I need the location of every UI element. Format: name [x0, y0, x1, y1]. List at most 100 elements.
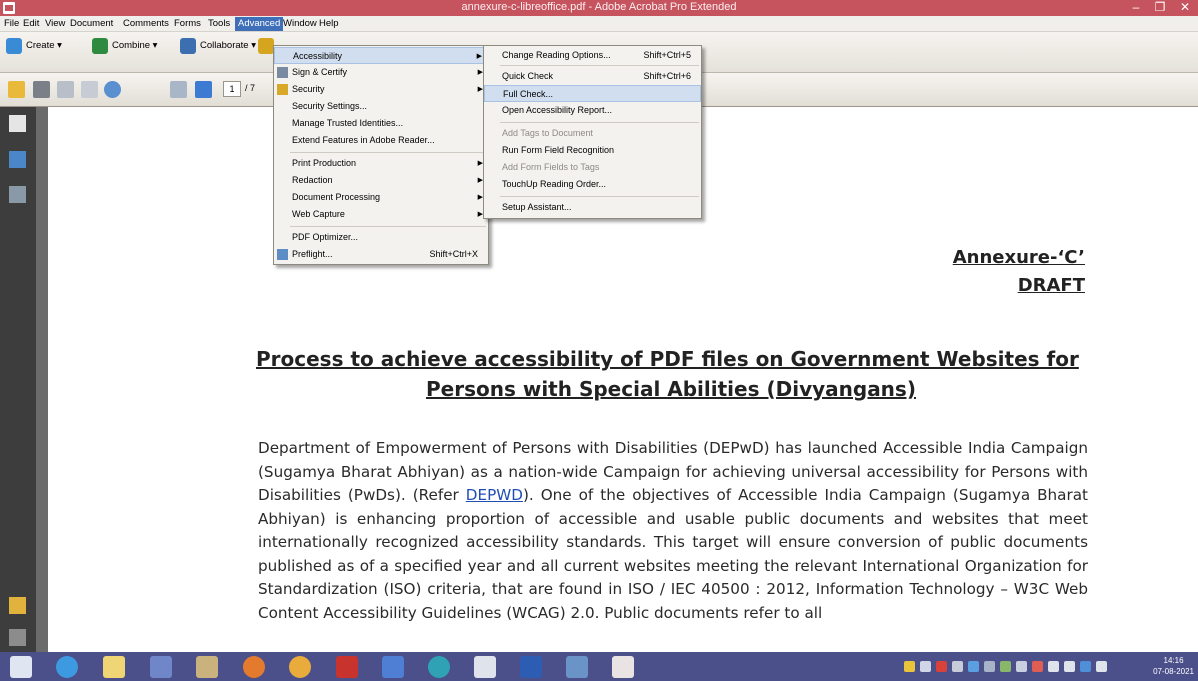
volume-icon[interactable] [1048, 661, 1059, 672]
filezilla-icon[interactable] [336, 656, 358, 678]
next-page-icon[interactable] [195, 81, 212, 98]
print-icon[interactable] [33, 81, 50, 98]
menu-item-security[interactable]: Security ▶ [274, 81, 488, 98]
network-icon[interactable] [382, 656, 404, 678]
signatures-panel-icon[interactable] [9, 186, 26, 203]
lock-icon [258, 38, 274, 54]
page-number-input[interactable]: 1 [223, 81, 241, 97]
internet-explorer-icon[interactable] [56, 656, 78, 678]
menu-comments[interactable]: Comments [120, 17, 172, 31]
menu-help[interactable]: Help [316, 17, 342, 31]
clock-time: 14:16 [1163, 656, 1184, 665]
search-icon[interactable] [104, 81, 121, 98]
page-count: / 7 [245, 83, 256, 93]
chrome-icon[interactable] [289, 656, 311, 678]
open-folder-icon[interactable] [8, 81, 25, 98]
app-icon[interactable] [566, 656, 588, 678]
preflight-icon [277, 249, 288, 260]
tray-icon[interactable] [984, 661, 995, 672]
app-icon[interactable] [196, 656, 218, 678]
heading-line-2: Persons with Special Abilities (Divyanga… [426, 377, 916, 401]
pages-panel-icon[interactable] [9, 115, 26, 132]
start-windows-icon[interactable] [10, 656, 32, 678]
tray-icon[interactable] [904, 661, 915, 672]
menu-item-open-accessibility-report[interactable]: Open Accessibility Report... [484, 102, 701, 119]
menu-item-change-reading-options[interactable]: Change Reading Options... Shift+Ctrl+5 [484, 47, 701, 64]
menu-item-redaction[interactable]: Redaction ▶ [274, 172, 488, 189]
collaborate-icon [180, 38, 196, 54]
menu-edit[interactable]: Edit [20, 17, 42, 31]
menu-forms[interactable]: Forms [171, 17, 204, 31]
create-label: Create ▾ [26, 40, 62, 51]
word-icon[interactable] [520, 656, 542, 678]
notepad-icon[interactable] [474, 656, 496, 678]
tray-icon[interactable] [1032, 661, 1043, 672]
menu-separator [500, 122, 699, 123]
menu-item-full-check[interactable]: Full Check... [484, 85, 701, 102]
advanced-menu: Accessibility ▶ Sign & Certify ▶ Security ▶… [273, 45, 489, 265]
menu-item-preflight[interactable]: Preflight... Shift+Ctrl+X [274, 246, 488, 263]
edge-icon[interactable] [428, 656, 450, 678]
save-icon[interactable] [57, 81, 74, 98]
menu-document[interactable]: Document [67, 17, 116, 31]
tray-icon[interactable] [1000, 661, 1011, 672]
email-icon[interactable] [81, 81, 98, 98]
combine-button[interactable]: Combine ▾ [92, 38, 157, 54]
menu-item-add-form-fields-to-tags: Add Form Fields to Tags [502, 162, 600, 172]
combine-label: Combine ▾ [112, 40, 158, 51]
menu-view[interactable]: View [42, 17, 68, 31]
menu-item-accessibility[interactable]: Accessibility ▶ [274, 47, 488, 64]
attachments-paperclip-icon[interactable] [9, 629, 26, 646]
collaborate-label: Collaborate ▾ [200, 40, 256, 51]
combine-icon [92, 38, 108, 54]
tray-icon[interactable] [1016, 661, 1027, 672]
menu-item-quick-check[interactable]: Quick Check Shift+Ctrl+6 [484, 68, 701, 85]
previous-page-icon[interactable] [170, 81, 187, 98]
menu-item-web-capture[interactable]: Web Capture ▶ [274, 206, 488, 223]
tray-icon[interactable] [1096, 661, 1107, 672]
menu-item-extend-features[interactable]: Extend Features in Adobe Reader... [274, 132, 488, 149]
clock-date: 07-08-2021 [1153, 667, 1194, 676]
tray-icon[interactable] [936, 661, 947, 672]
acrobat-taskbar-icon[interactable] [612, 656, 634, 678]
bookmarks-panel-icon[interactable] [9, 151, 26, 168]
minimize-button[interactable]: – [1125, 0, 1147, 16]
menu-item-security-settings[interactable]: Security Settings... [274, 98, 488, 115]
menu-window[interactable]: Window [280, 17, 320, 31]
tray-icon[interactable] [968, 661, 979, 672]
create-icon [6, 38, 22, 54]
menu-advanced[interactable]: Advanced [235, 17, 284, 31]
firefox-icon[interactable] [243, 656, 265, 678]
lock-icon [277, 84, 288, 95]
maximize-button[interactable]: ❐ [1149, 0, 1171, 16]
navigation-pane [0, 107, 36, 652]
create-button[interactable]: Create ▾ [6, 38, 62, 54]
menu-item-document-processing[interactable]: Document Processing ▶ [274, 189, 488, 206]
menu-item-run-form-field-recognition[interactable]: Run Form Field Recognition [484, 142, 701, 159]
file-explorer-icon[interactable] [103, 656, 125, 678]
network-signal-icon[interactable] [1064, 661, 1075, 672]
collaborate-button[interactable]: Collaborate ▾ [180, 38, 256, 54]
title-bar: annexure-c-libreoffice.pdf - Adobe Acrob… [0, 0, 1198, 16]
tray-icon[interactable] [952, 661, 963, 672]
system-clock[interactable]: 14:16 07-08-2021 [1153, 655, 1194, 677]
menu-item-touchup-reading-order[interactable]: TouchUp Reading Order... [484, 176, 701, 193]
menu-tools[interactable]: Tools [205, 17, 233, 31]
close-button[interactable]: ✕ [1174, 0, 1196, 16]
menu-item-pdf-optimizer[interactable]: PDF Optimizer... [274, 229, 488, 246]
depwd-link[interactable]: DEPWD [466, 486, 523, 504]
accessibility-submenu: Change Reading Options... Shift+Ctrl+5 Qu… [483, 45, 702, 219]
menu-item-manage-trusted-identities[interactable]: Manage Trusted Identities... [274, 115, 488, 132]
menu-item-sign-certify[interactable]: Sign & Certify ▶ [274, 64, 488, 81]
window-title: annexure-c-libreoffice.pdf - Adobe Acrob… [461, 1, 737, 13]
menu-item-setup-assistant[interactable]: Setup Assistant... [484, 199, 701, 216]
tray-icon[interactable] [1080, 661, 1091, 672]
menu-separator [290, 226, 486, 227]
menu-item-print-production[interactable]: Print Production ▶ [274, 155, 488, 172]
paragraph-text-2: ). One of the objectives of Accessible I… [258, 486, 1088, 622]
pen-icon [277, 67, 288, 78]
tray-icon[interactable] [920, 661, 931, 672]
menu-bar: File Edit View Document Comments Forms T… [0, 16, 1198, 32]
app-icon[interactable] [150, 656, 172, 678]
comments-panel-icon[interactable] [9, 597, 26, 614]
